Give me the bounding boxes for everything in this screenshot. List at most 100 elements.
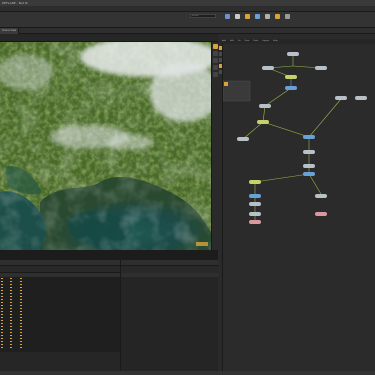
node[interactable] <box>249 220 261 224</box>
shelf-tool-icon <box>254 14 260 19</box>
node[interactable] <box>249 180 261 184</box>
row-marker <box>10 326 12 327</box>
row-marker <box>20 338 22 339</box>
node[interactable] <box>303 172 315 176</box>
network-menu-item[interactable]: Go <box>238 40 241 42</box>
row-marker <box>20 320 22 321</box>
row-marker <box>20 332 22 333</box>
shelf-tool-icon <box>264 14 270 19</box>
row-marker <box>1 344 3 345</box>
wire <box>254 173 310 183</box>
row-marker <box>10 335 12 336</box>
search-field[interactable]: Search <box>190 14 216 18</box>
window-title: DEFLARE - Not M <box>2 1 28 5</box>
node-graph-canvas <box>223 52 367 224</box>
network-menu-item[interactable]: Add <box>222 40 226 42</box>
row-marker <box>1 311 3 312</box>
network-menu-item[interactable]: View <box>245 40 250 42</box>
network-menu-item[interactable]: Help <box>273 40 278 42</box>
network-tool-icon[interactable] <box>219 64 222 68</box>
shelf-tool-icon <box>274 14 280 19</box>
node[interactable] <box>315 194 327 198</box>
row-marker <box>1 341 3 342</box>
row-marker <box>10 278 12 279</box>
row-marker <box>20 323 22 324</box>
row-marker <box>20 284 22 285</box>
terrain-viewport[interactable] <box>0 42 211 250</box>
node[interactable] <box>303 164 315 168</box>
node[interactable] <box>315 212 327 216</box>
node-network-graph[interactable] <box>223 44 375 375</box>
node[interactable] <box>287 52 299 56</box>
node[interactable] <box>285 75 297 79</box>
row-marker <box>1 287 3 288</box>
row-marker <box>20 290 22 291</box>
row-marker <box>10 305 12 306</box>
shelf-tool-7[interactable] <box>282 13 292 26</box>
row-marker <box>1 329 3 330</box>
row-marker <box>20 302 22 303</box>
network-menu-item[interactable]: Edit <box>230 40 234 42</box>
network-select-icon[interactable] <box>219 46 222 50</box>
node[interactable] <box>249 212 261 216</box>
network-tool-icon[interactable] <box>219 70 222 74</box>
row-marker <box>1 314 3 315</box>
terrain-render <box>0 42 211 250</box>
wire <box>264 87 292 107</box>
shelf-tool-3[interactable] <box>242 13 252 26</box>
shelf-tool-1[interactable] <box>222 13 232 26</box>
list-item[interactable] <box>0 346 120 349</box>
node[interactable] <box>259 104 271 108</box>
node[interactable] <box>355 96 367 100</box>
node[interactable] <box>303 135 315 139</box>
row-marker <box>10 323 12 324</box>
node[interactable] <box>262 66 274 70</box>
parameter-toolbar <box>121 266 219 273</box>
row-marker <box>1 278 3 279</box>
row-marker <box>10 299 12 300</box>
shelf-tool-4[interactable] <box>252 13 262 26</box>
parameter-columns <box>121 273 219 277</box>
node[interactable] <box>249 202 261 206</box>
row-marker <box>20 281 22 282</box>
node[interactable] <box>303 150 315 154</box>
row-marker <box>20 347 22 348</box>
row-marker <box>20 317 22 318</box>
node[interactable] <box>237 137 249 141</box>
row-marker <box>1 281 3 282</box>
shelf-tool-2[interactable] <box>232 13 242 26</box>
row-marker <box>20 287 22 288</box>
row-marker <box>20 311 22 312</box>
wire <box>242 121 264 140</box>
row-marker <box>10 344 12 345</box>
row-marker <box>10 287 12 288</box>
node[interactable] <box>335 96 347 100</box>
row-marker <box>10 329 12 330</box>
shelf-tool-5[interactable] <box>262 13 272 26</box>
row-marker <box>1 323 3 324</box>
row-marker <box>10 332 12 333</box>
node[interactable] <box>315 66 327 70</box>
app-window: DEFLARE - Not M Search Scene View Add Ed… <box>0 0 375 375</box>
row-marker <box>1 293 3 294</box>
network-tool-icon[interactable] <box>219 52 222 56</box>
viewport-header <box>0 34 218 42</box>
row-marker <box>20 308 22 309</box>
row-marker <box>20 326 22 327</box>
row-marker <box>1 296 3 297</box>
row-marker <box>10 341 12 342</box>
row-marker <box>20 305 22 306</box>
node[interactable] <box>249 194 261 198</box>
row-marker <box>1 335 3 336</box>
wire <box>308 98 342 138</box>
row-marker <box>10 317 12 318</box>
node[interactable] <box>257 120 269 124</box>
row-marker <box>20 314 22 315</box>
shelf-tool-6[interactable] <box>272 13 282 26</box>
node[interactable] <box>285 86 297 90</box>
row-marker <box>10 290 12 291</box>
network-menu-item[interactable]: Tools <box>253 40 258 42</box>
network-tool-icon[interactable] <box>219 58 222 62</box>
row-marker <box>10 347 12 348</box>
network-menu-item[interactable]: Layout <box>262 40 269 42</box>
